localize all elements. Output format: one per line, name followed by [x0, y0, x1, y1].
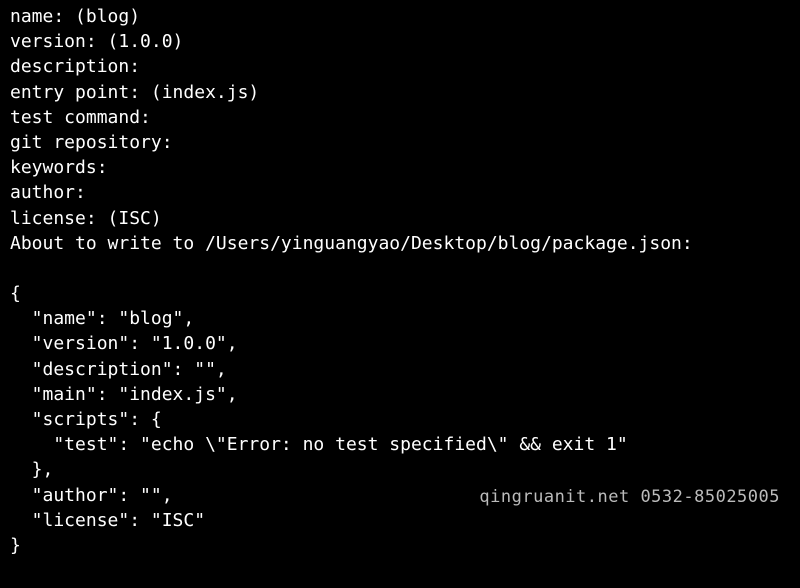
watermark-text: qingruanit.net 0532-85025005 — [479, 486, 780, 510]
json-open-brace: { — [10, 281, 790, 306]
json-main: "main": "index.js", — [10, 382, 790, 407]
json-version: "version": "1.0.0", — [10, 331, 790, 356]
prompt-git-repository: git repository: — [10, 130, 790, 155]
prompt-version: version: (1.0.0) — [10, 29, 790, 54]
json-license: "license": "ISC" — [10, 508, 790, 533]
prompt-test-command: test command: — [10, 105, 790, 130]
json-description: "description": "", — [10, 357, 790, 382]
json-scripts-open: "scripts": { — [10, 407, 790, 432]
prompt-name: name: (blog) — [10, 4, 790, 29]
prompt-author: author: — [10, 180, 790, 205]
json-close-brace: } — [10, 533, 790, 558]
prompt-keywords: keywords: — [10, 155, 790, 180]
prompt-license: license: (ISC) — [10, 206, 790, 231]
blank-line — [10, 256, 790, 281]
json-test: "test": "echo \"Error: no test specified… — [10, 432, 790, 457]
prompt-entry-point: entry point: (index.js) — [10, 80, 790, 105]
json-name: "name": "blog", — [10, 306, 790, 331]
about-to-write: About to write to /Users/yinguangyao/Des… — [10, 231, 790, 256]
prompt-description: description: — [10, 54, 790, 79]
json-scripts-close: }, — [10, 457, 790, 482]
